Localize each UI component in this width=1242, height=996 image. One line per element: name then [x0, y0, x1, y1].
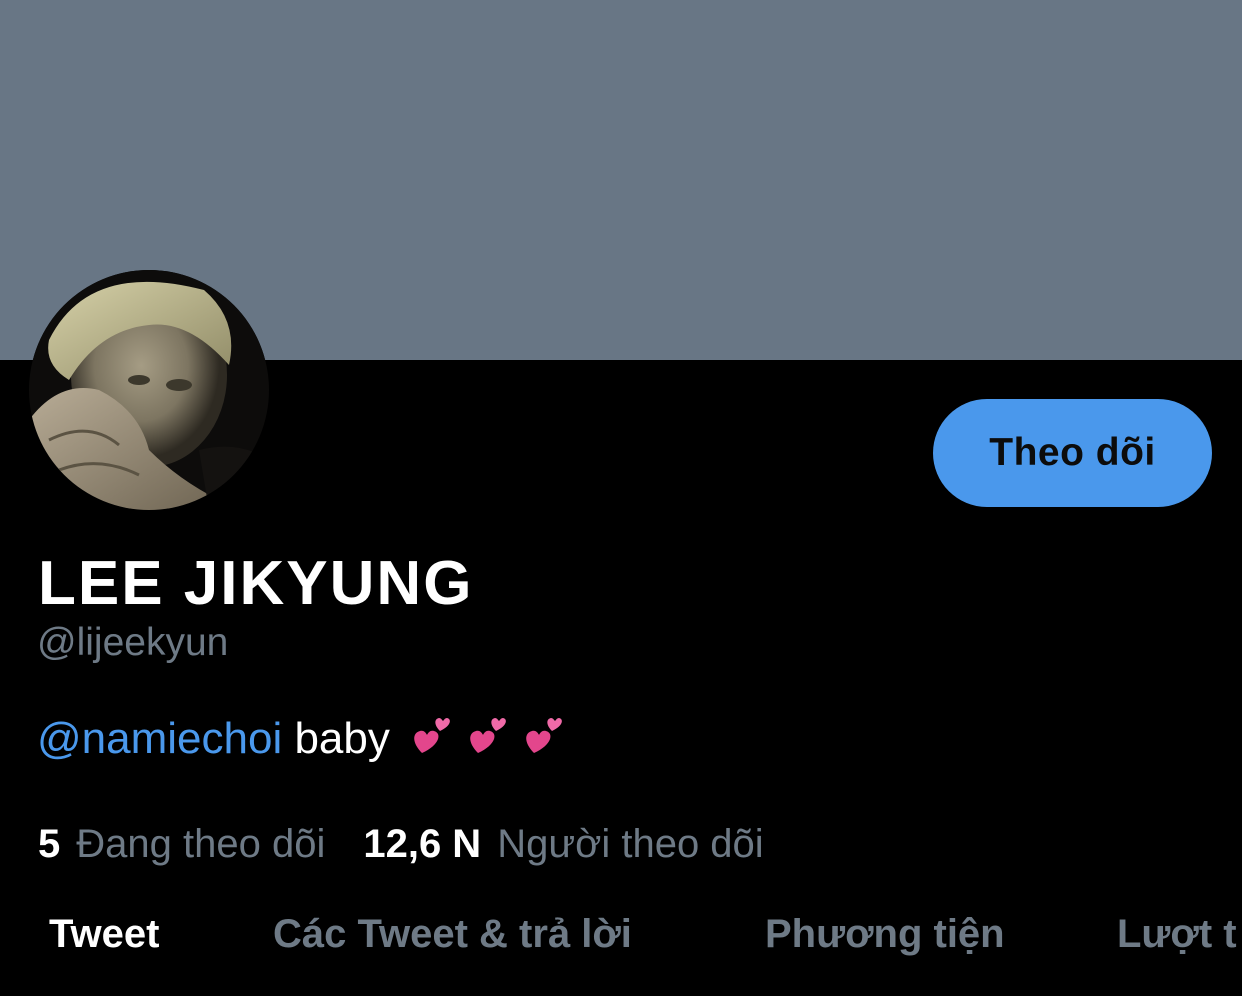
tab-tweets[interactable]: Tweet — [49, 912, 159, 957]
bio-mention-link[interactable]: @namiechoi — [37, 714, 282, 763]
tab-tweets-and-replies[interactable]: Các Tweet & trả lời — [273, 912, 632, 957]
bio-emoji-group — [410, 713, 566, 768]
follow-button[interactable]: Theo dõi — [933, 399, 1212, 507]
bio-text: baby — [282, 714, 390, 763]
two-hearts-icon — [522, 713, 566, 768]
followers-label: Người theo dõi — [497, 822, 764, 866]
followers-count: 12,6 N — [363, 822, 482, 866]
profile-avatar[interactable] — [29, 270, 269, 510]
profile-bio: @namiechoi baby — [37, 713, 566, 768]
following-count: 5 — [38, 822, 61, 866]
two-hearts-icon — [466, 713, 510, 768]
profile-stats: 5 Đang theo dõi 12,6 N Người theo dõi — [38, 822, 764, 867]
profile-page: Theo dõi LEE JIKYUNG @lijeekyun @namiech… — [0, 0, 1242, 996]
two-hearts-icon — [410, 713, 454, 768]
profile-display-name: LEE JIKYUNG — [38, 549, 474, 618]
tab-likes[interactable]: Lượt t — [1117, 912, 1237, 957]
tab-media[interactable]: Phương tiện — [765, 912, 1005, 957]
following-stat[interactable]: 5 Đang theo dõi — [38, 822, 325, 867]
followers-stat[interactable]: 12,6 N Người theo dõi — [363, 822, 763, 867]
following-label: Đang theo dõi — [76, 822, 326, 866]
profile-tabs: Tweet Các Tweet & trả lời Phương tiện Lư… — [0, 912, 1242, 972]
avatar-photo — [29, 270, 269, 510]
profile-handle: @lijeekyun — [37, 621, 229, 664]
